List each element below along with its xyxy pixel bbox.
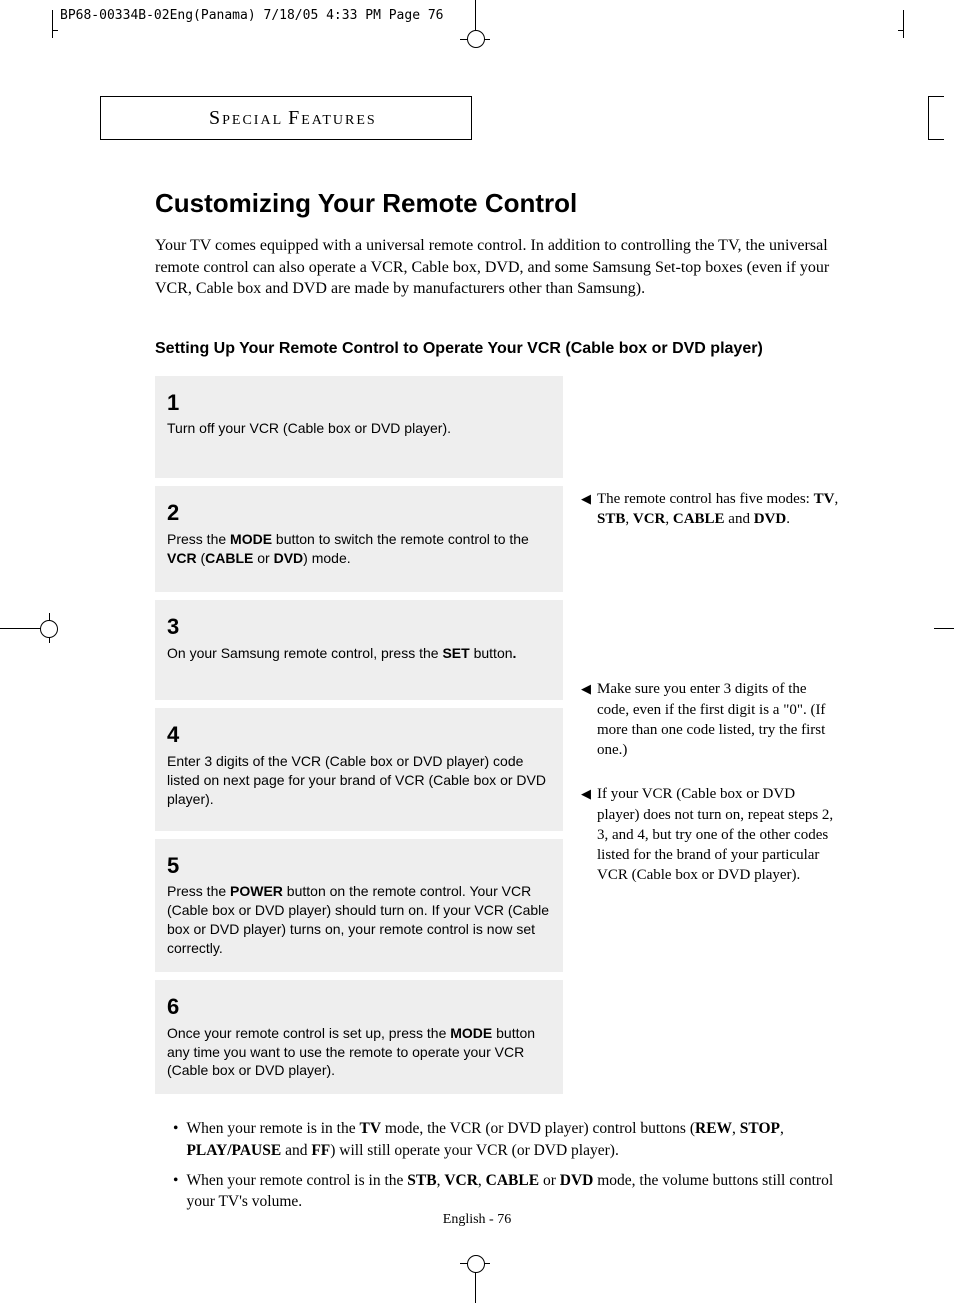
crop-mark-top (475, 0, 476, 40)
arrow-left-icon: ◀ (581, 679, 591, 760)
page-content: Customizing Your Remote Control Your TV … (155, 188, 845, 1221)
step-number: 1 (167, 388, 551, 418)
note-4: ◀ Make sure you enter 3 digits of the co… (581, 679, 841, 760)
section-header-text: SPECIAL FEATURES (209, 107, 377, 130)
page-footer: English - 76 (0, 1212, 954, 1228)
step-text: Press the MODE button to switch the remo… (167, 530, 551, 568)
step-text: On your Samsung remote control, press th… (167, 644, 551, 663)
note-text: If your VCR (Cable box or DVD player) do… (597, 784, 841, 885)
bullet-item: • When your remote control is in the STB… (155, 1170, 845, 1213)
step-6: 6 Once your remote control is set up, pr… (155, 980, 563, 1094)
bullet-item: • When your remote is in the TV mode, th… (155, 1118, 845, 1161)
step-number: 4 (167, 720, 551, 750)
steps-container: 1 Turn off your VCR (Cable box or DVD pl… (155, 376, 845, 1095)
page-frame-mark (898, 30, 904, 31)
page-frame-mark (52, 30, 58, 31)
section-header: SPECIAL FEATURES (100, 96, 472, 140)
intro-text: Your TV comes equipped with a universal … (155, 235, 845, 300)
crop-mark-bottom (475, 1263, 476, 1303)
step-2: 2 Press the MODE button to switch the re… (155, 486, 563, 591)
bullet-icon: • (173, 1118, 178, 1161)
subheading: Setting Up Your Remote Control to Operat… (155, 340, 845, 358)
note-5: ◀ If your VCR (Cable box or DVD player) … (581, 784, 841, 885)
page-frame-mark (52, 10, 58, 38)
step-5: 5 Press the POWER button on the remote c… (155, 839, 563, 972)
step-3: 3 On your Samsung remote control, press … (155, 600, 563, 701)
note-text: The remote control has five modes: TV, S… (597, 489, 841, 530)
arrow-left-icon: ◀ (581, 489, 591, 530)
page-title: Customizing Your Remote Control (155, 188, 845, 219)
crop-mark-left (0, 628, 50, 629)
step-number: 5 (167, 851, 551, 881)
steps-column: 1 Turn off your VCR (Cable box or DVD pl… (155, 376, 563, 1095)
step-text: Turn off your VCR (Cable box or DVD play… (167, 419, 551, 438)
step-1: 1 Turn off your VCR (Cable box or DVD pl… (155, 376, 563, 479)
note-2: ◀ The remote control has five modes: TV,… (581, 489, 841, 530)
step-text: Once your remote control is set up, pres… (167, 1024, 551, 1081)
step-text: Enter 3 digits of the VCR (Cable box or … (167, 752, 551, 809)
edge-mark (928, 96, 944, 140)
bullet-text: When your remote control is in the STB, … (186, 1170, 845, 1213)
crop-mark-right (934, 628, 954, 629)
step-number: 3 (167, 612, 551, 642)
bullet-icon: • (173, 1170, 178, 1213)
step-number: 6 (167, 992, 551, 1022)
bullet-text: When your remote is in the TV mode, the … (186, 1118, 845, 1161)
notes-column: ◀ The remote control has five modes: TV,… (581, 376, 841, 1095)
footer-bullets: • When your remote is in the TV mode, th… (155, 1118, 845, 1213)
step-text: Press the POWER button on the remote con… (167, 882, 551, 958)
header-slug: BP68-00334B-02Eng(Panama) 7/18/05 4:33 P… (60, 8, 444, 23)
arrow-left-icon: ◀ (581, 784, 591, 885)
page-frame-mark (898, 10, 904, 38)
step-number: 2 (167, 498, 551, 528)
note-text: Make sure you enter 3 digits of the code… (597, 679, 841, 760)
step-4: 4 Enter 3 digits of the VCR (Cable box o… (155, 708, 563, 830)
